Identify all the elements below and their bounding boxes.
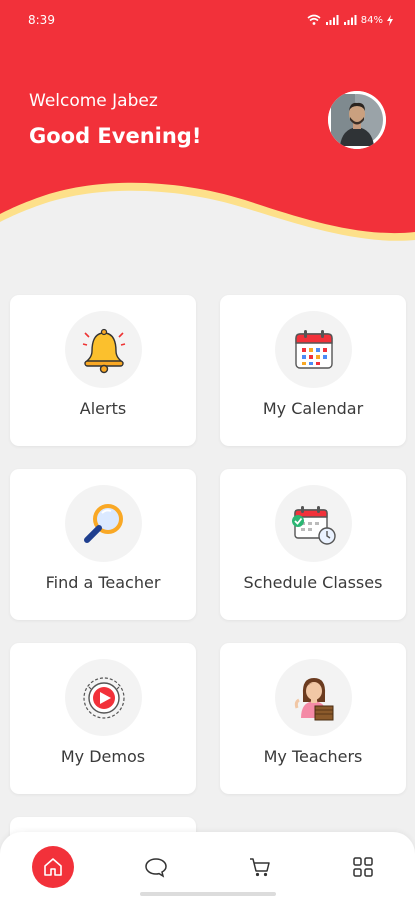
status-icons: 84% — [307, 14, 393, 26]
status-bar: 8:39 84% — [28, 10, 393, 30]
cart-icon — [250, 858, 270, 877]
wifi-icon — [307, 14, 321, 25]
card-icon-circle — [65, 659, 142, 736]
nav-cart[interactable] — [239, 846, 281, 888]
profile-photo — [328, 91, 386, 149]
grid-icon — [353, 857, 373, 877]
card-icon-circle — [275, 311, 352, 388]
card-my-calendar[interactable]: My Calendar — [220, 295, 406, 446]
card-find-a-teacher[interactable]: Find a Teacher — [10, 469, 196, 620]
card-icon-circle — [65, 485, 142, 562]
card-label: Find a Teacher — [45, 573, 161, 592]
card-icon-circle — [275, 485, 352, 562]
magnifier-icon — [83, 503, 123, 543]
teacher-icon — [294, 677, 333, 720]
card-label: My Demos — [60, 747, 146, 766]
card-icon-circle — [275, 659, 352, 736]
card-label: Schedule Classes — [243, 573, 383, 592]
schedule-icon — [291, 505, 336, 545]
charging-icon — [387, 14, 393, 26]
card-icon-circle — [65, 311, 142, 388]
welcome-text: Welcome Jabez — [29, 91, 158, 111]
card-my-demos[interactable]: My Demos — [10, 643, 196, 794]
avatar[interactable] — [328, 91, 386, 149]
chat-icon — [145, 858, 167, 878]
greeting-text: Good Evening! — [29, 124, 202, 148]
signal-icon-2 — [343, 15, 357, 25]
signal-icon — [325, 15, 339, 25]
bottom-navigation — [0, 832, 415, 900]
card-schedule-classes[interactable]: Schedule Classes — [220, 469, 406, 620]
card-label: My Calendar — [262, 399, 364, 418]
card-my-teachers[interactable]: My Teachers — [220, 643, 406, 794]
home-icon — [44, 858, 62, 876]
card-label: My Teachers — [263, 747, 363, 766]
nav-chat[interactable] — [135, 846, 177, 888]
header: 8:39 84% Welcome Jabez Good Evening! — [0, 0, 415, 250]
card-label: Alerts — [79, 399, 127, 418]
gesture-bar — [140, 892, 276, 896]
battery-level: 84% — [360, 14, 383, 26]
status-time: 8:39 — [28, 13, 55, 27]
nav-menu[interactable] — [342, 846, 384, 888]
nav-home[interactable] — [32, 846, 74, 888]
calendar-icon — [294, 329, 333, 369]
bell-icon — [82, 328, 125, 373]
card-alerts[interactable]: Alerts — [10, 295, 196, 446]
video-icon — [82, 676, 125, 719]
